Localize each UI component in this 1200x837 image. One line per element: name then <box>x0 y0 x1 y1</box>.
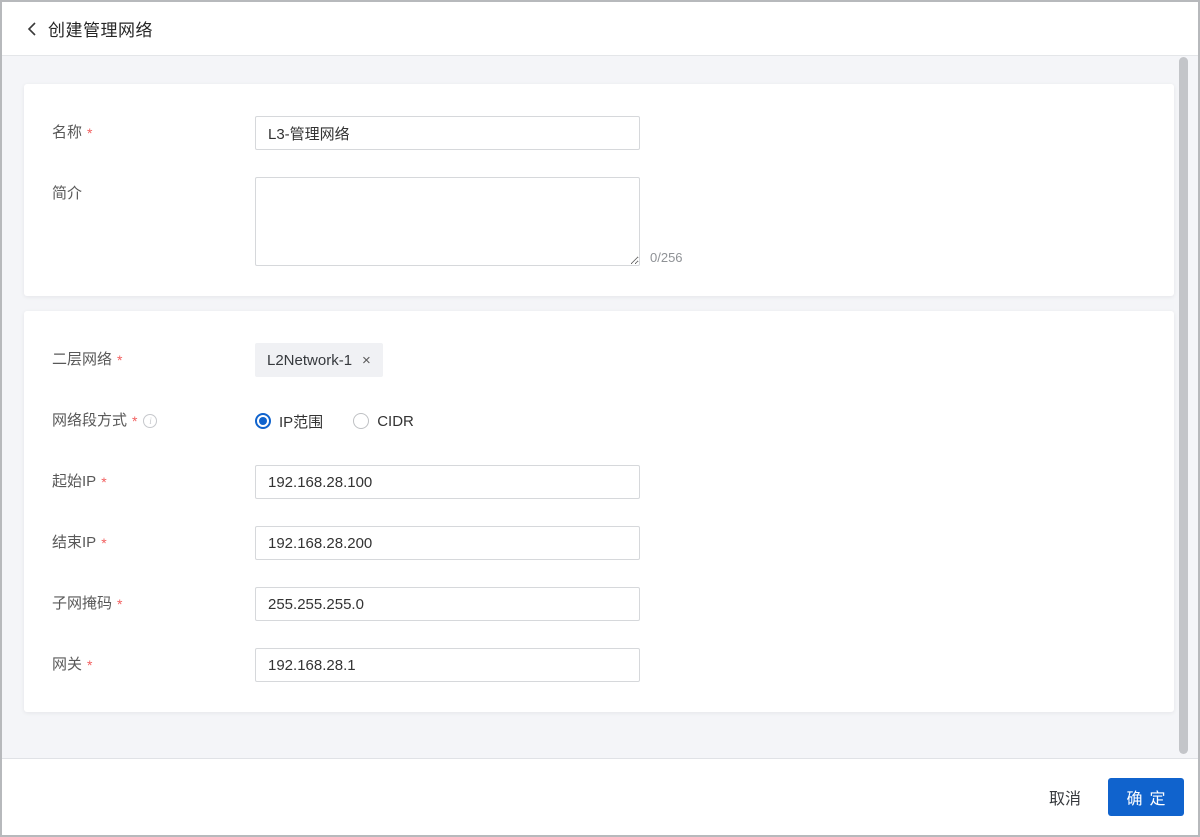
required-asterisk: * <box>117 596 123 612</box>
description-wrap: 0/256 <box>255 177 683 266</box>
basic-info-card: 名称 * 简介 0/256 <box>24 84 1174 296</box>
description-row: 简介 0/256 <box>52 177 1146 266</box>
required-asterisk: * <box>101 474 107 490</box>
name-label: 名称 * <box>52 116 255 150</box>
network-config-card: 二层网络 * L2Network-1 × 网络段方式 * i IP范围 CIDR… <box>24 311 1174 712</box>
l2network-tag[interactable]: L2Network-1 × <box>255 343 383 377</box>
netmask-input[interactable] <box>255 587 640 621</box>
required-asterisk: * <box>132 413 138 429</box>
segment-mode-options: IP范围 CIDR <box>255 404 444 438</box>
page-footer: 取消 确定 <box>2 758 1198 835</box>
char-counter: 0/256 <box>650 250 683 265</box>
remove-tag-icon[interactable]: × <box>362 353 371 368</box>
vertical-scrollbar-thumb[interactable] <box>1179 57 1188 754</box>
end-ip-input[interactable] <box>255 526 640 560</box>
netmask-label: 子网掩码 * <box>52 587 255 621</box>
end-ip-row: 结束IP * <box>52 526 1146 560</box>
back-button[interactable] <box>26 21 37 37</box>
description-textarea[interactable] <box>255 177 640 266</box>
required-asterisk: * <box>101 535 107 551</box>
page-title: 创建管理网络 <box>48 21 153 40</box>
radio-ip-range[interactable]: IP范围 <box>255 411 323 432</box>
radio-circle-icon <box>255 413 271 429</box>
name-input[interactable] <box>255 116 640 150</box>
create-network-window: 创建管理网络 名称 * 简介 0/256 <box>0 0 1200 837</box>
required-asterisk: * <box>117 352 123 368</box>
l2network-row: 二层网络 * L2Network-1 × <box>52 343 1146 377</box>
gateway-row: 网关 * <box>52 648 1146 682</box>
form-content: 名称 * 简介 0/256 二层网络 * <box>2 56 1198 758</box>
gateway-input[interactable] <box>255 648 640 682</box>
name-row: 名称 * <box>52 116 1146 150</box>
info-icon: i <box>143 414 158 428</box>
segment-mode-label: 网络段方式 * i <box>52 404 255 438</box>
radio-cidr[interactable]: CIDR <box>353 413 414 430</box>
cancel-button[interactable]: 取消 <box>1049 785 1081 809</box>
gateway-label: 网关 * <box>52 648 255 682</box>
page-header: 创建管理网络 <box>2 2 1198 56</box>
start-ip-input[interactable] <box>255 465 640 499</box>
segment-mode-row: 网络段方式 * i IP范围 CIDR <box>52 404 1146 438</box>
start-ip-label: 起始IP * <box>52 465 255 499</box>
l2network-tag-label: L2Network-1 <box>267 351 353 369</box>
confirm-button[interactable]: 确定 <box>1108 778 1184 816</box>
start-ip-row: 起始IP * <box>52 465 1146 499</box>
radio-circle-icon <box>353 413 370 429</box>
required-asterisk: * <box>87 125 93 141</box>
l2network-label: 二层网络 * <box>52 343 255 377</box>
description-label: 简介 <box>52 185 83 202</box>
required-asterisk: * <box>87 657 93 673</box>
end-ip-label: 结束IP * <box>52 526 255 560</box>
back-chevron-icon <box>27 21 36 36</box>
netmask-row: 子网掩码 * <box>52 587 1146 621</box>
